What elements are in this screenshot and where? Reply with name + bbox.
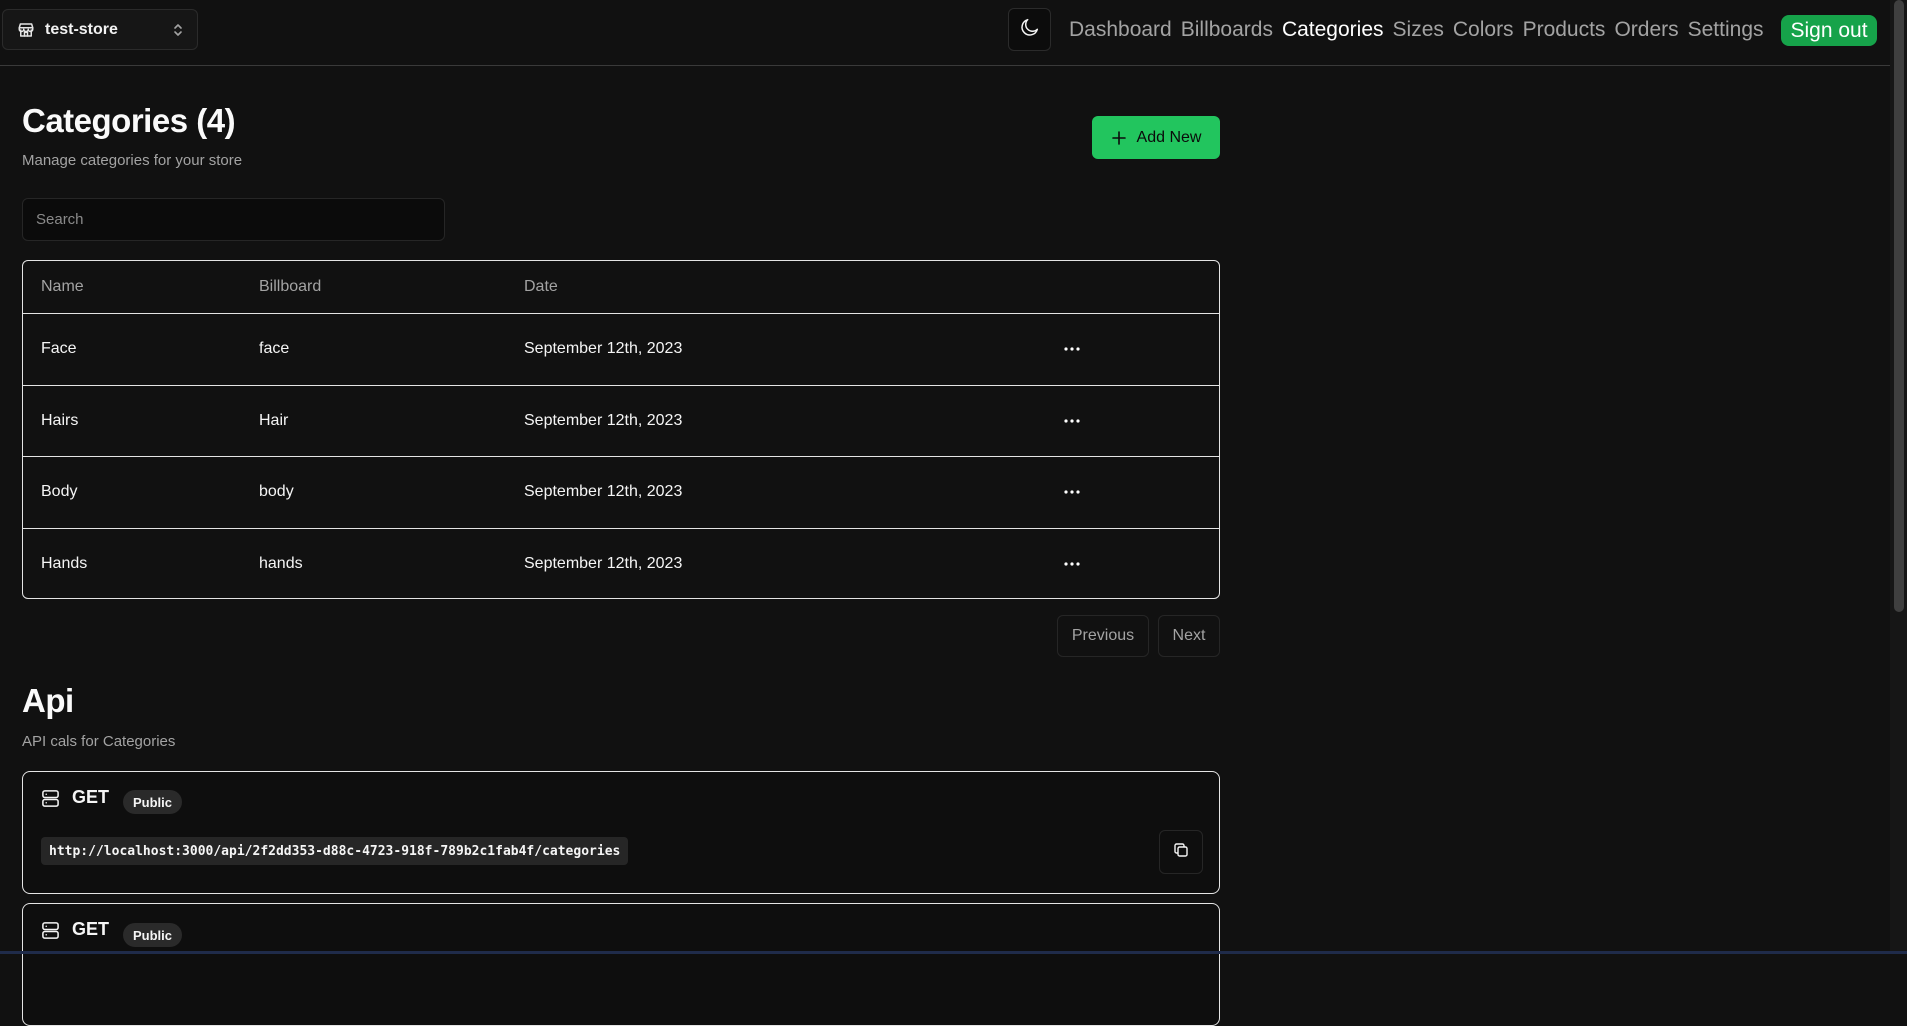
nav-dashboard[interactable]: Dashboard xyxy=(1069,18,1172,42)
search-input[interactable] xyxy=(22,198,445,241)
chevrons-up-down-icon xyxy=(171,22,185,38)
theme-toggle-button[interactable] xyxy=(1008,8,1051,51)
row-billboard: body xyxy=(259,483,294,501)
server-icon xyxy=(41,921,60,940)
nav-billboards[interactable]: Billboards xyxy=(1181,18,1273,42)
nav-sizes[interactable]: Sizes xyxy=(1393,18,1444,42)
column-header-name: Name xyxy=(41,278,84,295)
column-header-date: Date xyxy=(524,278,558,295)
row-date: September 12th, 2023 xyxy=(524,554,683,572)
moon-icon xyxy=(1019,16,1041,43)
page-subtitle: Manage categories for your store xyxy=(22,152,243,169)
categories-table: Name Billboard Date Face face September … xyxy=(22,260,1220,599)
table-header: Name Billboard Date xyxy=(23,261,1219,313)
plus-icon xyxy=(1111,130,1127,146)
row-date: September 12th, 2023 xyxy=(524,411,683,429)
nav-colors[interactable]: Colors xyxy=(1453,18,1514,42)
access-badge: Public xyxy=(123,790,183,814)
api-method: GET xyxy=(72,787,110,807)
nav-products[interactable]: Products xyxy=(1523,18,1606,42)
server-icon xyxy=(41,789,60,808)
row-billboard: hands xyxy=(259,554,303,572)
api-endpoint-card: GET Public xyxy=(22,903,1220,1026)
store-name: test-store xyxy=(45,20,118,38)
add-new-label: Add New xyxy=(1136,128,1202,146)
column-header-billboard: Billboard xyxy=(259,278,322,295)
nav-categories[interactable]: Categories xyxy=(1282,18,1384,42)
main-nav: Dashboard Billboards Categories Sizes Co… xyxy=(1069,0,1773,60)
previous-page-button[interactable]: Previous xyxy=(1057,615,1149,657)
row-name: Hands xyxy=(41,554,88,572)
access-badge: Public xyxy=(123,923,183,947)
table-row: Hands hands September 12th, 2023 xyxy=(23,527,1219,599)
copy-button[interactable] xyxy=(1159,830,1203,874)
nav-orders[interactable]: Orders xyxy=(1614,18,1678,42)
copy-icon xyxy=(1173,842,1189,863)
more-actions-icon[interactable] xyxy=(1060,409,1084,433)
sign-out-button[interactable]: Sign out xyxy=(1781,15,1877,46)
api-endpoint-card: GET Public http://localhost:3000/api/2f2… xyxy=(22,771,1220,894)
more-actions-icon[interactable] xyxy=(1060,552,1084,576)
add-new-button[interactable]: Add New xyxy=(1092,116,1220,159)
scrollbar-thumb[interactable] xyxy=(1894,0,1904,612)
api-section-title: Api xyxy=(22,682,74,719)
row-name: Face xyxy=(41,340,77,358)
table-row: Face face September 12th, 2023 xyxy=(23,313,1219,385)
row-billboard: face xyxy=(259,340,290,358)
more-actions-icon[interactable] xyxy=(1060,337,1084,361)
top-navbar: test-store Dashboard Billboards Categori… xyxy=(0,0,1890,66)
row-date: September 12th, 2023 xyxy=(524,483,683,501)
api-section-subtitle: API cals for Categories xyxy=(22,733,176,750)
store-icon xyxy=(17,21,35,39)
row-billboard: Hair xyxy=(259,411,289,429)
page-scrollbar[interactable] xyxy=(1890,0,1907,954)
store-switcher[interactable]: test-store xyxy=(2,9,198,50)
row-name: Body xyxy=(41,483,78,501)
api-method: GET xyxy=(72,919,110,939)
api-url: http://localhost:3000/api/2f2dd353-d88c-… xyxy=(41,837,629,865)
row-date: September 12th, 2023 xyxy=(524,340,683,358)
next-page-button[interactable]: Next xyxy=(1158,615,1220,657)
more-actions-icon[interactable] xyxy=(1060,480,1084,504)
table-row: Hairs Hair September 12th, 2023 xyxy=(23,384,1219,457)
page-title: Categories (4) xyxy=(22,102,236,139)
table-row: Body body September 12th, 2023 xyxy=(23,456,1219,528)
row-name: Hairs xyxy=(41,411,79,429)
nav-settings[interactable]: Settings xyxy=(1688,18,1764,42)
